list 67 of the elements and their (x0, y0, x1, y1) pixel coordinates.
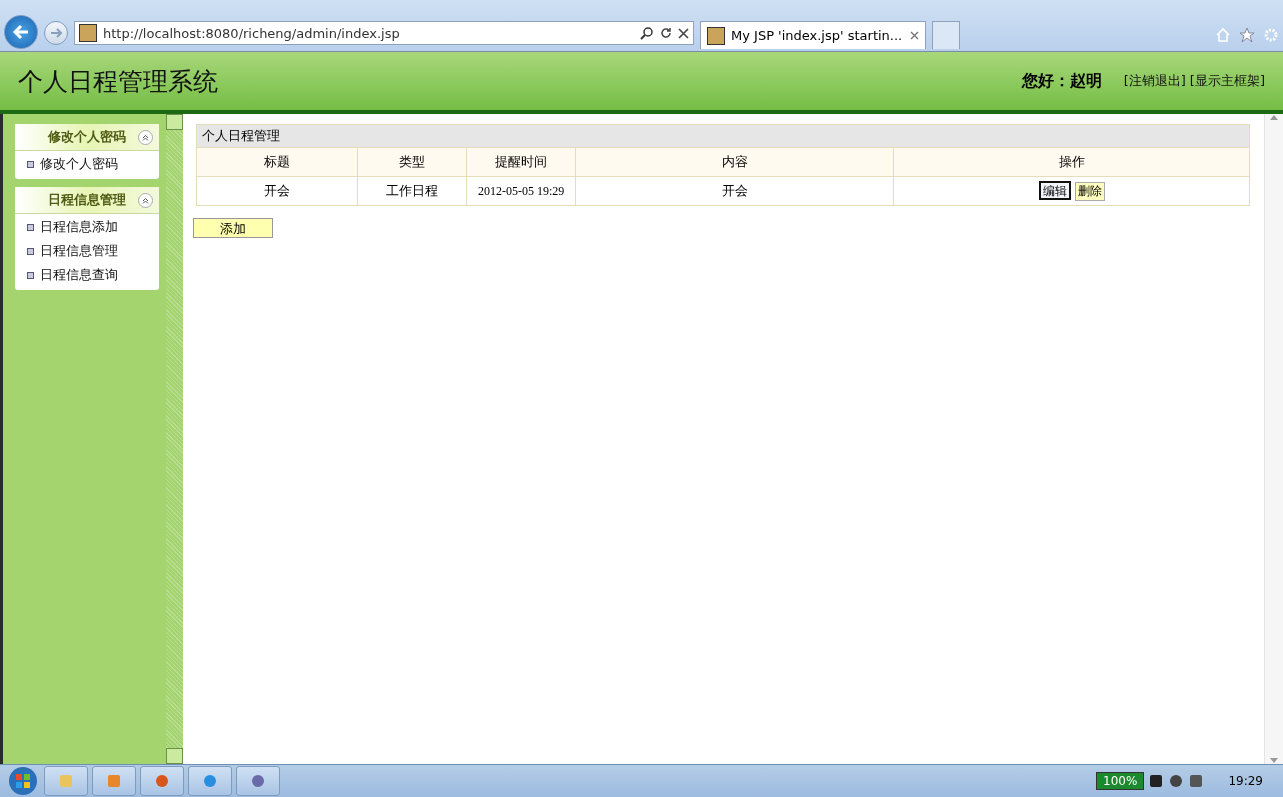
globe-icon[interactable] (202, 773, 218, 789)
plug-icon[interactable] (1148, 773, 1165, 789)
window-icon[interactable] (106, 773, 122, 789)
column-header: 操作 (893, 147, 1250, 177)
close-icon[interactable] (910, 31, 919, 40)
start-button[interactable] (6, 766, 40, 796)
taskbar-button[interactable] (140, 766, 184, 796)
bullet-icon (27, 223, 34, 231)
chevron-icon (142, 134, 150, 141)
new-tab-button[interactable] (932, 21, 960, 49)
search-icon[interactable] (640, 26, 654, 40)
clock-text[interactable]: 19:29 (1228, 774, 1263, 788)
globe-icon[interactable] (154, 773, 170, 789)
header-link[interactable]: [显示主框架] (1189, 72, 1265, 90)
address-bar[interactable]: http://localhost:8080/richeng/admin/index.jsp (74, 21, 694, 45)
up-arrow-icon[interactable] (1270, 114, 1279, 120)
taskbar-button[interactable] (44, 766, 88, 796)
network-icon[interactable] (1188, 773, 1205, 789)
menu-item[interactable]: 日程信息管理 (27, 242, 160, 260)
column-header: 提醒时间 (466, 147, 576, 177)
column-header: 标题 (196, 147, 358, 177)
greeting-text: 您好：赵明 (1021, 70, 1102, 92)
splitter-bar[interactable] (166, 114, 184, 764)
table-cell: 2012-05-05 19:29 (466, 176, 576, 206)
down-arrow-icon[interactable] (1270, 758, 1279, 764)
speaker-icon[interactable] (1168, 773, 1185, 789)
menu-item[interactable]: 修改个人密码 (27, 155, 160, 173)
splitter-handle[interactable] (166, 748, 184, 764)
taskbar-button[interactable] (188, 766, 232, 796)
site-icon (707, 26, 725, 45)
taskbar-button[interactable] (92, 766, 136, 796)
left-arrow-icon (11, 22, 31, 42)
bullet-icon (27, 160, 34, 168)
site-title: 个人日程管理系统 (18, 65, 218, 98)
menu-item[interactable]: 日程信息查询 (27, 266, 160, 284)
header-link[interactable]: [注销退出] (1123, 72, 1186, 90)
site-icon (79, 24, 97, 42)
url-text: http://localhost:8080/richeng/admin/index.jsp (103, 25, 401, 41)
collapse-toggle[interactable] (138, 130, 154, 145)
table-cell: 开会 (196, 176, 358, 206)
star-icon[interactable] (1239, 27, 1255, 43)
right-arrow-icon (49, 26, 63, 40)
menu-group-header[interactable]: 修改个人密码 (15, 124, 160, 151)
table-cell: 开会 (575, 176, 894, 206)
taskbar-button[interactable] (236, 766, 280, 796)
action-button[interactable]: 编辑 (1038, 181, 1071, 200)
close-icon[interactable] (678, 27, 689, 39)
menu-group-header[interactable]: 日程信息管理 (15, 187, 160, 214)
forward-button[interactable] (44, 21, 68, 45)
browser-tab[interactable]: My JSP 'index.jsp' startin... (700, 21, 926, 49)
column-header: 类型 (357, 147, 467, 177)
splitter-handle[interactable] (166, 114, 184, 130)
table-cell: 工作日程 (357, 176, 467, 206)
add-button[interactable]: 添加 (193, 218, 274, 238)
menu-item[interactable]: 日程信息添加 (27, 218, 160, 236)
table-caption: 个人日程管理 (196, 124, 1250, 148)
refresh-icon[interactable] (660, 27, 672, 39)
bullet-icon (27, 271, 34, 279)
chevron-icon (142, 197, 150, 204)
disc-icon[interactable] (250, 773, 266, 789)
column-header: 内容 (575, 147, 894, 177)
back-button[interactable] (4, 15, 38, 49)
collapse-toggle[interactable] (138, 193, 154, 208)
battery-indicator[interactable]: 100% (1096, 772, 1145, 790)
bullet-icon (27, 247, 34, 255)
action-button[interactable]: 删除 (1074, 182, 1105, 201)
scrollbar[interactable] (1264, 114, 1283, 764)
